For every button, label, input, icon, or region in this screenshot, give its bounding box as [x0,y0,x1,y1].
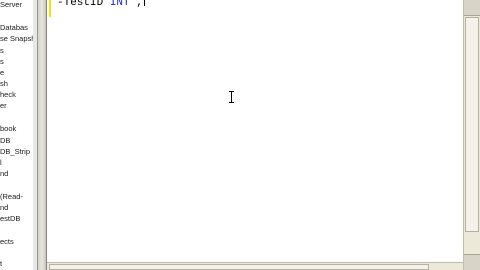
explorer-item-label: Databas [0,23,28,32]
panel-splitter[interactable] [37,0,47,270]
explorer-item[interactable]: t [0,259,2,268]
explorer-item-label: Server [0,0,23,9]
explorer-item-label: DB_Strip [0,147,31,156]
explorer-item[interactable]: (Read- [0,192,23,201]
code-text: -TestID [57,0,110,9]
explorer-item[interactable]: er [0,101,7,110]
explorer-item[interactable]: Server [0,0,22,9]
explorer-item-label: nd [0,203,9,212]
code-keyword: INT [109,0,130,9]
text-caret [143,0,145,6]
explorer-item-label: t [0,259,3,268]
explorer-item[interactable]: book [0,124,16,133]
explorer-item-label: e [0,68,5,77]
explorer-item[interactable]: s [0,57,4,66]
explorer-item[interactable]: nd [0,169,8,178]
explorer-item[interactable]: heck [0,90,16,99]
explorer-item-label: sh [0,79,8,88]
explorer-item[interactable]: se Snapsh [0,34,33,43]
query-editor[interactable]: -TestID INT , [47,0,463,262]
ibeam-cursor-icon [229,91,234,103]
explorer-item-label: nd [0,169,9,178]
explorer-item-label: l [0,158,2,167]
explorer-item[interactable]: DB_Strip [0,147,30,156]
explorer-item-label: estDB [0,214,21,223]
code-text: , [129,0,143,9]
explorer-item-label: se Snapsh [0,34,33,43]
scroll-down-button[interactable] [464,254,480,270]
horizontal-scrollbar[interactable] [47,262,463,270]
explorer-item-label: DB [0,136,11,145]
explorer-item[interactable]: ects [0,237,14,246]
scroll-thumb[interactable] [465,17,479,232]
explorer-item[interactable]: e [0,68,4,77]
code-line[interactable]: -TestID INT , [57,0,145,9]
explorer-item[interactable]: Databas [0,23,28,32]
hscroll-thumb[interactable] [49,264,429,270]
explorer-item[interactable]: l [0,158,2,167]
sql-editor-window: Server Databas se Snapsh s s e sh heck e… [0,0,480,270]
object-explorer-panel: Server Databas se Snapsh s s e sh heck e… [0,0,33,270]
explorer-item[interactable]: sh [0,79,8,88]
explorer-item-label: s [0,57,4,66]
explorer-item[interactable]: estDB [0,214,20,223]
explorer-item[interactable]: DB [0,136,10,145]
vertical-scrollbar[interactable] [463,0,480,270]
explorer-item[interactable]: nd [0,203,8,212]
explorer-item-label: (Read- [0,192,23,201]
scroll-up-button[interactable] [464,0,480,16]
explorer-item-label: ects [0,237,14,246]
explorer-item-label: heck [0,90,16,99]
explorer-item-label: book [0,124,17,133]
explorer-item[interactable]: s [0,46,4,55]
change-tracking-bar [49,0,51,17]
explorer-item-label: er [0,101,7,110]
explorer-item-label: s [0,46,4,55]
